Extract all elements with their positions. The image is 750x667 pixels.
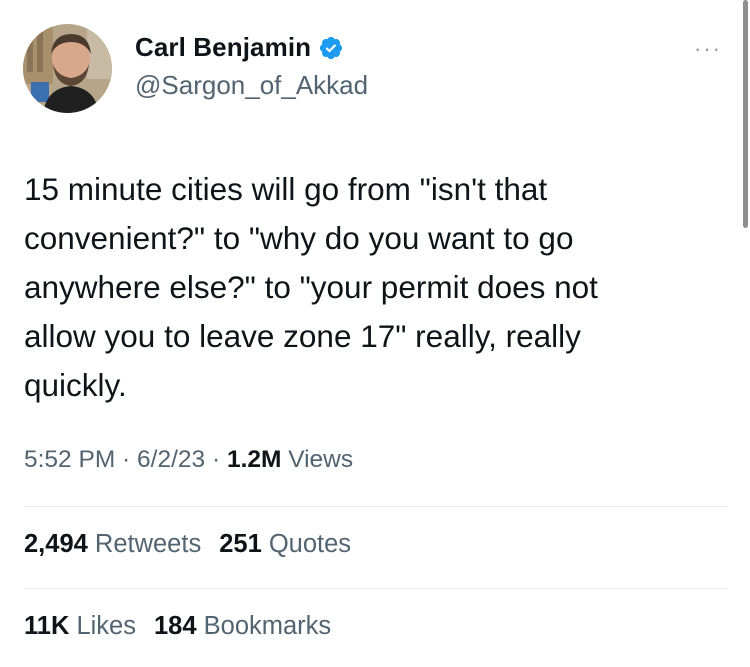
tweet-detail: Carl Benjamin @Sargon_of_Akkad ··· 15 mi… — [0, 0, 750, 667]
author-name[interactable]: Carl Benjamin — [135, 32, 311, 63]
views-label[interactable]: Views — [281, 446, 353, 473]
divider — [24, 506, 728, 507]
meta-separator: · — [205, 446, 227, 473]
author-handle[interactable]: @Sargon_of_Akkad — [135, 70, 368, 101]
tweet-date[interactable]: 6/2/23 — [137, 446, 205, 473]
likes-label: Likes — [69, 612, 136, 640]
likes-count: 11K — [24, 612, 70, 640]
tweet-time[interactable]: 5:52 PM — [24, 446, 115, 473]
stats-row-reposts: 2,494 Retweets 251 Quotes — [24, 530, 351, 559]
more-options-icon[interactable]: ··· — [694, 38, 722, 60]
quotes-count: 251 — [219, 530, 262, 558]
bookmarks-count: 184 — [154, 612, 197, 640]
quotes-label: Quotes — [261, 530, 352, 558]
divider — [24, 588, 728, 589]
verified-badge-icon — [318, 35, 344, 61]
bookmarks-stat[interactable]: 184 Bookmarks — [154, 612, 331, 640]
tweet-text: 15 minute cities will go from "isn't tha… — [24, 171, 598, 403]
quotes-stat[interactable]: 251 Quotes — [219, 530, 351, 558]
avatar[interactable] — [23, 24, 112, 113]
meta-separator: · — [115, 446, 138, 473]
scrollbar-thumb[interactable] — [743, 0, 748, 228]
scrollbar[interactable] — [740, 0, 750, 667]
author-name-row[interactable]: Carl Benjamin — [135, 32, 344, 63]
views-count[interactable]: 1.2M — [227, 446, 281, 473]
retweets-stat[interactable]: 2,494 Retweets — [24, 530, 201, 558]
tweet-meta: 5:52 PM · 6/2/23 · 1.2M Views — [24, 446, 353, 474]
retweets-count: 2,494 — [24, 530, 88, 558]
stats-row-likes: 11K Likes 184 Bookmarks — [24, 612, 331, 641]
retweets-label: Retweets — [87, 530, 202, 558]
bookmarks-label: Bookmarks — [196, 612, 332, 640]
likes-stat[interactable]: 11K Likes — [24, 612, 136, 640]
